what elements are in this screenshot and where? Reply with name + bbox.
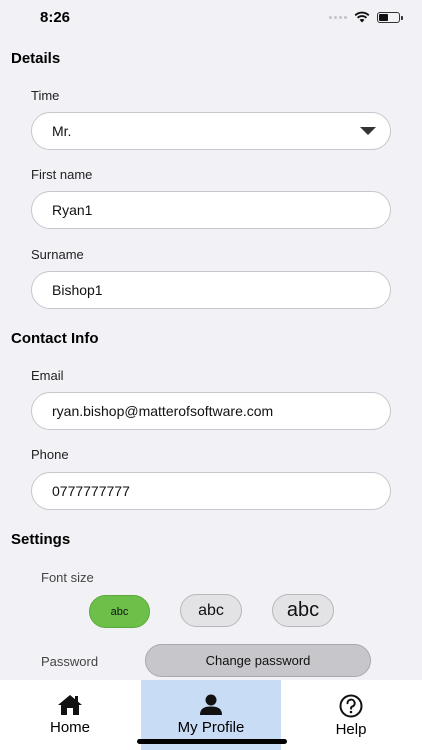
first-name-value: Ryan1 [52, 202, 93, 218]
password-label: Password [41, 654, 99, 669]
tab-help[interactable]: Help [281, 680, 421, 750]
font-size-medium-button[interactable]: abc [180, 594, 242, 627]
section-title-settings: Settings [11, 531, 71, 548]
tab-home-label: Home [49, 719, 90, 736]
title-label: Time [31, 88, 60, 103]
change-password-button[interactable]: Change password [145, 644, 371, 677]
person-icon [200, 694, 222, 715]
home-icon [58, 695, 82, 715]
tab-home[interactable]: Home [0, 680, 140, 750]
font-size-large-button[interactable]: abc [272, 594, 334, 627]
status-bar: 8:26 [0, 0, 422, 38]
phone-label: Phone [31, 447, 69, 462]
first-name-label: First name [31, 167, 93, 182]
surname-input[interactable]: Bishop1 [31, 271, 391, 309]
section-title-contact: Contact Info [11, 330, 99, 347]
surname-label: Surname [31, 247, 84, 262]
font-size-medium-label: abc [198, 601, 224, 619]
phone-field[interactable]: 0777777777 [31, 472, 391, 510]
email-value: ryan.bishop@matterofsoftware.com [52, 403, 274, 419]
home-indicator [137, 739, 287, 744]
signal-icon [329, 15, 347, 19]
battery-icon [377, 11, 403, 23]
font-size-label: Font size [41, 570, 94, 585]
phone-value: 0777777777 [52, 483, 130, 499]
help-icon [339, 694, 363, 718]
font-size-small-label: abc [110, 605, 129, 618]
tab-my-profile-label: My Profile [177, 719, 245, 736]
first-name-input[interactable]: Ryan1 [31, 191, 391, 229]
email-label: Email [31, 368, 64, 383]
status-icons [329, 11, 403, 23]
font-size-small-button[interactable]: abc [89, 595, 150, 628]
section-title-details: Details [11, 50, 61, 67]
email-field[interactable]: ryan.bishop@matterofsoftware.com [31, 392, 391, 430]
chevron-down-icon [360, 127, 376, 135]
tab-help-label: Help [335, 721, 367, 738]
change-password-label: Change password [205, 653, 311, 668]
surname-value: Bishop1 [52, 282, 103, 298]
title-select[interactable]: Mr. [31, 112, 391, 150]
wifi-icon [354, 11, 370, 23]
font-size-large-label: abc [286, 599, 320, 621]
title-select-value: Mr. [52, 123, 72, 139]
status-time: 8:26 [40, 9, 71, 26]
